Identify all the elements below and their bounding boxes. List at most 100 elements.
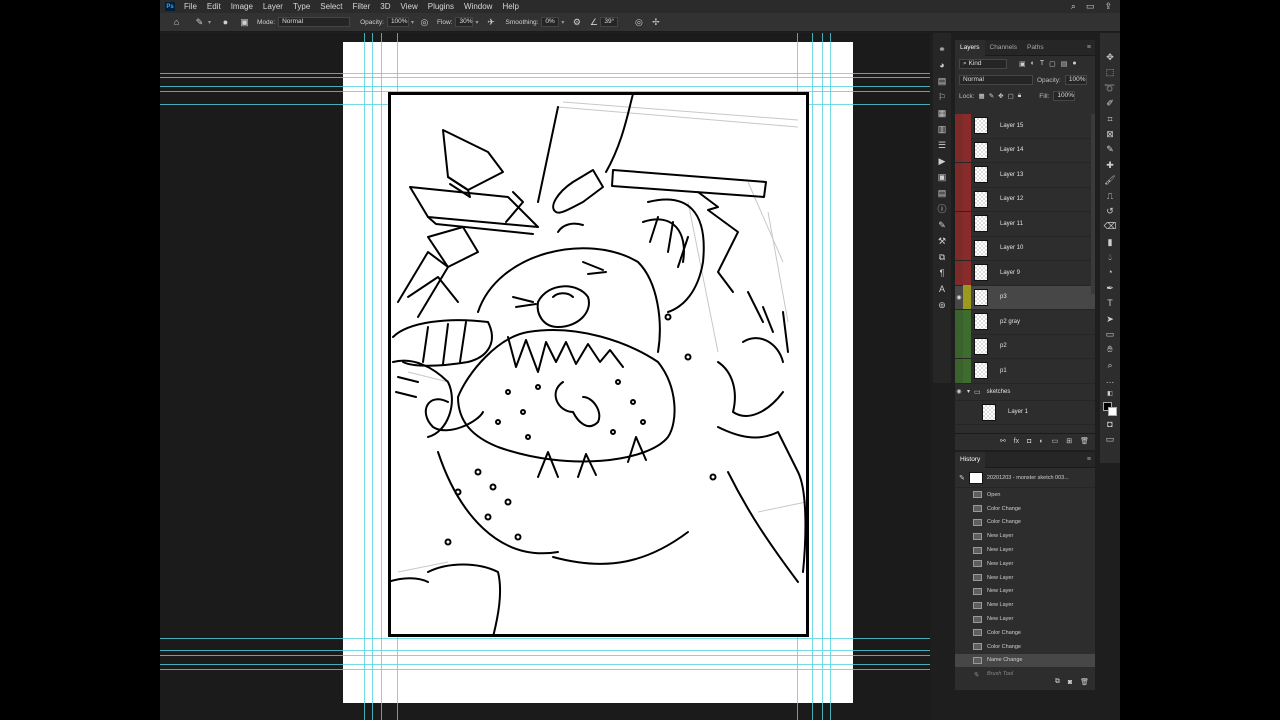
layer-row[interactable]: ◉ p3 bbox=[955, 285, 1095, 310]
history-state[interactable]: New Layer bbox=[955, 612, 1095, 626]
eyedropper-tool-icon[interactable]: ✎ bbox=[1106, 143, 1114, 156]
move-tool-icon[interactable]: ✥ bbox=[1106, 51, 1114, 64]
menu-help[interactable]: Help bbox=[497, 0, 523, 13]
angle-icon[interactable]: ∠ bbox=[587, 17, 600, 28]
quick-mask-icon[interactable]: ◘ bbox=[1107, 418, 1112, 431]
history-state[interactable]: Open bbox=[955, 488, 1095, 502]
blur-tool-icon[interactable]: 💧︎ bbox=[1108, 251, 1112, 264]
menu-plugins[interactable]: Plugins bbox=[423, 0, 459, 13]
menu-edit[interactable]: Edit bbox=[202, 0, 226, 13]
layer-row[interactable]: Layer 12 bbox=[955, 187, 1095, 212]
color-swatches[interactable] bbox=[1103, 401, 1117, 416]
type-tool-icon[interactable]: T bbox=[1107, 297, 1113, 310]
angle-input[interactable]: 39° bbox=[600, 17, 619, 27]
layer-filter-kind[interactable]: ⌕ Kind bbox=[959, 59, 1007, 69]
paragraph-icon[interactable]: ¶ bbox=[940, 267, 945, 280]
layer-visibility-toggle[interactable] bbox=[955, 236, 963, 261]
brush-tool-icon[interactable]: 🖌︎ bbox=[1104, 174, 1115, 187]
chevron-down-icon[interactable]: ▾ bbox=[411, 19, 414, 26]
background-color-swatch[interactable] bbox=[1108, 406, 1117, 416]
history-state[interactable]: Color Change bbox=[955, 640, 1095, 654]
history-brush-tool-icon[interactable]: ↺ bbox=[1106, 205, 1114, 218]
layer-visibility-toggle[interactable] bbox=[955, 162, 963, 187]
menu-3d[interactable]: 3D bbox=[375, 0, 395, 13]
filter-toggle-icon[interactable]: ● bbox=[1072, 60, 1076, 68]
brush-size-icon[interactable]: ● bbox=[219, 17, 232, 27]
clone-source-icon[interactable]: ⧉ bbox=[939, 251, 945, 264]
chevron-down-icon[interactable]: ▾ bbox=[475, 19, 478, 26]
pressure-size-icon[interactable]: ◎ bbox=[632, 17, 645, 28]
layer-visibility-toggle[interactable] bbox=[955, 334, 963, 359]
lock-pixels-icon[interactable]: ✎ bbox=[989, 92, 994, 100]
brush-preset-icon[interactable]: ✎ bbox=[193, 17, 206, 28]
chevron-down-icon[interactable]: ▾ bbox=[561, 19, 564, 26]
mode-select[interactable]: Normal bbox=[278, 17, 351, 27]
crop-tool-icon[interactable]: ⌗ bbox=[1107, 113, 1112, 126]
learn-icon[interactable]: ⚐ bbox=[938, 91, 946, 104]
path-select-tool-icon[interactable]: ➤ bbox=[1106, 313, 1114, 326]
default-colors-icon[interactable]: ◧ bbox=[1107, 390, 1113, 398]
tab-channels[interactable]: Channels bbox=[985, 40, 1022, 56]
history-state[interactable]: Color Change bbox=[955, 626, 1095, 640]
history-state[interactable]: Color Change bbox=[955, 502, 1095, 516]
actions-icon[interactable]: ▶ bbox=[939, 155, 946, 168]
layer-row[interactable]: Layer 11 bbox=[955, 211, 1095, 237]
history-state[interactable]: New Layer bbox=[955, 571, 1095, 585]
lock-transparent-icon[interactable]: ▦ bbox=[979, 92, 985, 100]
filter-pixel-icon[interactable]: ▣ bbox=[1019, 60, 1026, 68]
layer-visibility-toggle[interactable] bbox=[955, 114, 963, 138]
menu-select[interactable]: Select bbox=[315, 0, 347, 13]
menu-layer[interactable]: Layer bbox=[258, 0, 288, 13]
menu-view[interactable]: View bbox=[396, 0, 423, 13]
healing-tool-icon[interactable]: ✚ bbox=[1106, 159, 1114, 172]
camera-icon[interactable]: ◙ bbox=[1068, 679, 1072, 686]
layer-row[interactable]: p2 bbox=[955, 334, 1095, 359]
share-icon[interactable]: ⇪ bbox=[1104, 1, 1112, 12]
layer-row[interactable]: p2 gray bbox=[955, 309, 1095, 335]
history-state[interactable]: Name Change bbox=[955, 653, 1095, 668]
filter-shape-icon[interactable]: ▢ bbox=[1049, 60, 1056, 68]
link-layers-icon[interactable]: ⚯ bbox=[1000, 437, 1006, 445]
layer-fill-input[interactable]: 100% bbox=[1053, 91, 1076, 101]
photoshop-logo-icon[interactable]: Ps bbox=[165, 2, 175, 11]
notes-icon[interactable]: ▤ bbox=[938, 187, 947, 200]
trash-icon[interactable]: 🗑︎ bbox=[1080, 678, 1089, 686]
layer-visibility-toggle[interactable] bbox=[955, 187, 963, 212]
trash-icon[interactable]: 🗑︎ bbox=[1080, 437, 1089, 445]
layer-row[interactable]: Layer 1 bbox=[955, 400, 1095, 425]
home-icon[interactable]: ⌂ bbox=[170, 17, 183, 27]
brush-settings-icon[interactable]: ✎ bbox=[938, 219, 946, 232]
new-layer-icon[interactable]: ⊞ bbox=[1066, 437, 1072, 445]
group-expand-chevron-icon[interactable]: ▾ bbox=[967, 388, 970, 395]
panel-menu-icon[interactable]: ≡ bbox=[1087, 456, 1091, 463]
history-state[interactable]: New Layer bbox=[955, 543, 1095, 557]
pen-tool-icon[interactable]: ✒ bbox=[1106, 282, 1114, 295]
blend-mode-select[interactable]: Normal bbox=[959, 75, 1033, 85]
marquee-tool-icon[interactable]: ⬚ bbox=[1106, 66, 1115, 79]
history-state[interactable]: New Layer bbox=[955, 585, 1095, 599]
menu-type[interactable]: Type bbox=[288, 0, 315, 13]
history-state[interactable]: New Layer bbox=[955, 529, 1095, 543]
shape-tool-icon[interactable]: ▭ bbox=[1106, 328, 1115, 341]
layer-row[interactable]: Layer 13 bbox=[955, 162, 1095, 188]
histogram-icon[interactable]: ▥ bbox=[938, 123, 947, 136]
eye-icon[interactable]: ◉ bbox=[955, 285, 963, 309]
menu-filter[interactable]: Filter bbox=[348, 0, 376, 13]
lasso-tool-icon[interactable]: ➰ bbox=[1104, 82, 1115, 95]
screen-mode-icon[interactable]: ▭ bbox=[1106, 433, 1115, 446]
airbrush-icon[interactable]: ✈ bbox=[485, 17, 498, 28]
layer-visibility-toggle[interactable] bbox=[955, 138, 963, 163]
gradient-tool-icon[interactable]: ▮ bbox=[1108, 236, 1113, 249]
layer-group-row[interactable]: ◉ ▾ ▭ sketches bbox=[955, 384, 1095, 401]
stamp-tool-icon[interactable]: ⎍ bbox=[1107, 190, 1113, 203]
quick-select-tool-icon[interactable]: ✐ bbox=[1106, 97, 1114, 110]
gear-icon[interactable]: ⚙ bbox=[570, 17, 583, 28]
history-brush-source-icon[interactable]: ✎ bbox=[959, 474, 965, 482]
tab-history[interactable]: History bbox=[955, 451, 986, 468]
color-icon[interactable]: ◕ bbox=[939, 59, 944, 72]
zoom-tool-icon[interactable]: ⌕ bbox=[1107, 359, 1112, 372]
layer-visibility-toggle[interactable] bbox=[971, 400, 979, 424]
filter-type-icon[interactable]: T bbox=[1040, 60, 1044, 68]
frame-tool-icon[interactable]: ⊠ bbox=[1106, 128, 1114, 141]
canvas-area[interactable] bbox=[160, 33, 930, 720]
